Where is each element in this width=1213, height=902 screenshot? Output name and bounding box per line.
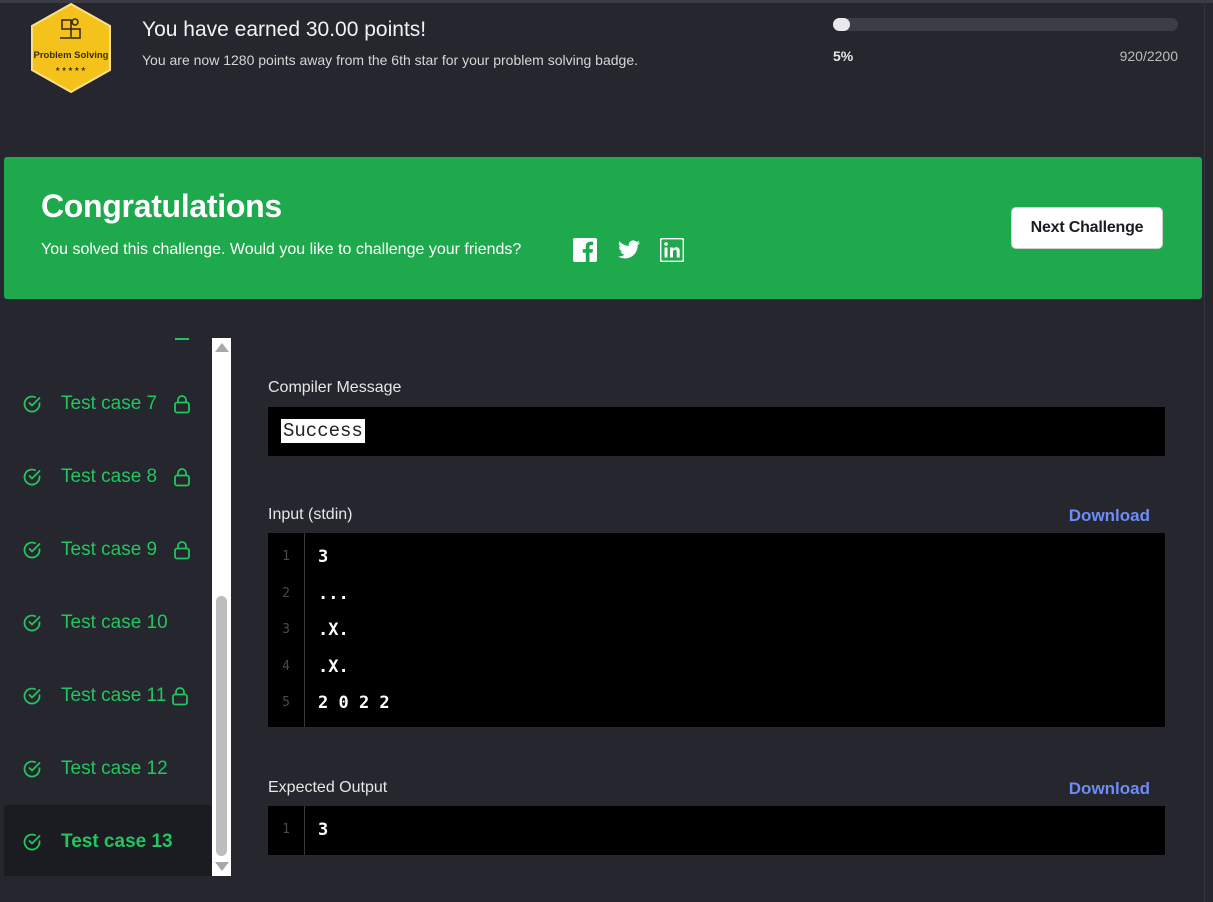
badge-stars: ★★★★★ [55,66,87,73]
compiler-message-box: Success [268,407,1165,456]
line-number: 3 [282,622,290,637]
test-case-item[interactable]: Test case 7 [4,367,212,440]
code-line: 4 .X. [268,649,1165,685]
points-earned-title: You have earned 30.00 points! [142,18,427,41]
points-earned-subtitle: You are now 1280 points away from the 6t… [142,52,638,68]
code-line: 2... [268,576,1165,612]
test-case-scrollbar[interactable] [212,338,231,876]
code-text: 3 [318,547,329,567]
test-case-label: Test case 9 [61,538,158,560]
test-case-item[interactable]: Test case 8 [4,440,212,513]
check-circle-icon [22,832,42,852]
window-top-border [0,0,1213,3]
check-circle-icon [22,394,42,414]
banner-subtitle: You solved this challenge. Would you lik… [41,241,522,258]
progress-count: 920/2200 [1119,48,1178,64]
badge-progress-fill [833,18,851,31]
check-circle-icon [22,686,42,706]
code-line: 13 [268,812,1165,848]
line-number: 1 [282,549,290,564]
compiler-message-text: Success [281,419,365,443]
twitter-icon[interactable] [616,238,640,262]
input-code-box: 1 3 2... 3 .X. 4 .X. 5 2 0 2 2 [268,533,1165,727]
progress-percent: 5% [833,48,854,64]
test-case-item[interactable]: Test case 9 [4,513,212,586]
check-circle-icon [22,467,42,487]
code-line: 3 .X. [268,612,1165,648]
facebook-icon[interactable] [573,238,597,262]
scroll-down-arrow-icon[interactable] [215,862,229,871]
test-case-label: Test case 8 [61,465,158,487]
code-text: .X. [318,656,349,677]
code-text: .X. [318,620,349,640]
input-download-link[interactable]: Download [1069,506,1150,526]
test-case-label: Test case 7 [61,392,158,414]
test-case-label: Test case 13 [61,830,173,852]
badge-name: Problem Solving [34,50,109,61]
badge-progress-bar [833,18,1178,31]
check-circle-icon [22,540,42,560]
line-number: 5 [282,695,290,710]
code-text: ... [318,583,349,604]
lock-icon [173,540,191,560]
linkedin-icon[interactable] [659,237,685,263]
code-text: 2 0 2 2 [318,693,390,713]
check-circle-icon [22,759,42,779]
test-case-partial-item [175,338,189,340]
banner-title: Congratulations [41,188,282,224]
line-number: 4 [282,658,290,674]
test-case-item[interactable]: Test case 10 [4,586,212,659]
test-case-item[interactable]: Test case 12 [4,732,212,805]
problem-solving-badge: Problem Solving ★★★★★ [24,2,118,94]
code-line: 13 [268,539,1165,575]
compiler-message-label: Compiler Message [268,379,402,396]
page-edge-divider [1204,0,1205,902]
lock-icon [171,686,189,706]
test-case-label: Test case 12 [61,757,168,779]
scroll-thumb[interactable] [216,596,227,856]
scroll-up-arrow-icon[interactable] [215,343,229,352]
lock-icon [173,467,191,487]
line-number: 1 [282,822,290,837]
next-challenge-button[interactable]: Next Challenge [1011,207,1163,249]
expected-output-label: Expected Output [268,779,388,796]
test-case-item[interactable]: Test case 11 [4,659,212,732]
lock-icon [173,394,191,414]
test-case-item[interactable]: Test case 13 [4,805,212,876]
input-label: Input (stdin) [268,506,353,523]
test-case-list: Test case 7 Test case 8 Test case 9 Test ca… [4,330,212,876]
code-text: 3 [318,820,329,840]
expected-output-download-link[interactable]: Download [1069,779,1150,799]
line-number: 2 [282,585,290,601]
test-case-label: Test case 11 [61,684,167,706]
check-circle-icon [22,613,42,633]
expected-output-box: 13 [268,806,1165,855]
congratulations-banner: Congratulations You solved this challeng… [4,157,1202,299]
test-case-label: Test case 10 [61,611,168,633]
code-line: 5 2 0 2 2 [268,685,1165,721]
